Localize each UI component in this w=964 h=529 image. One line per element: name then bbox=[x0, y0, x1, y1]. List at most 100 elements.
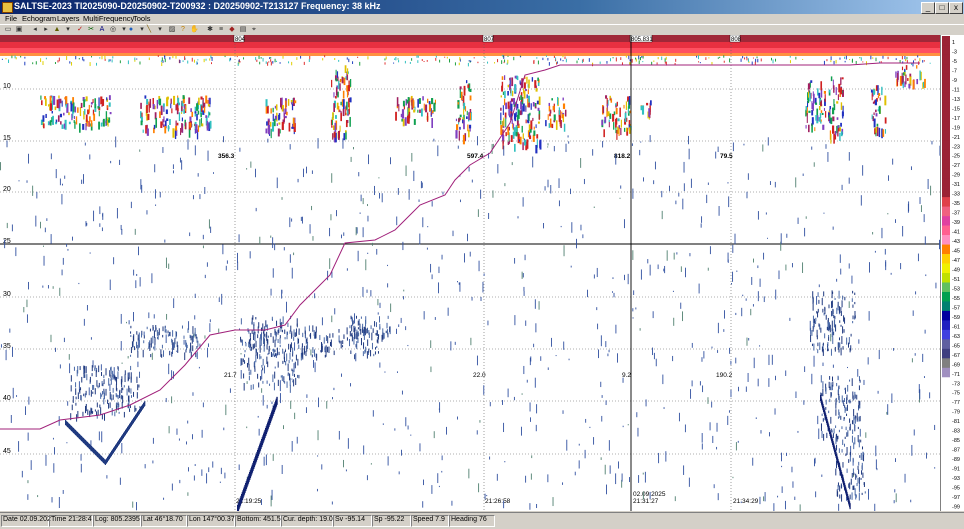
photo-icon[interactable]: ▨ bbox=[168, 26, 176, 34]
globe-icon[interactable]: ● bbox=[127, 26, 135, 34]
surface-noise bbox=[404, 60, 406, 64]
noise-echo bbox=[601, 415, 603, 422]
menu-echogram[interactable]: Echogram bbox=[22, 14, 56, 23]
surface-noise bbox=[484, 56, 486, 58]
menu-file[interactable]: File bbox=[5, 14, 17, 23]
noise-echo bbox=[434, 317, 436, 320]
scatter-echo bbox=[262, 358, 264, 366]
noise-echo bbox=[152, 460, 154, 464]
minimize-button[interactable]: _ bbox=[921, 2, 935, 14]
noise-echo bbox=[187, 139, 189, 150]
noise-echo bbox=[523, 290, 525, 296]
eraser-icon[interactable]: ◆ bbox=[228, 26, 236, 34]
scatter-echo bbox=[117, 371, 119, 379]
dropdown-icon[interactable]: ▾ bbox=[156, 26, 164, 34]
surface-noise bbox=[385, 56, 387, 60]
maximize-button[interactable]: □ bbox=[935, 2, 949, 14]
noise-echo bbox=[246, 168, 248, 170]
noise-echo bbox=[536, 503, 538, 509]
noise-echo bbox=[67, 401, 69, 406]
scatter-echo bbox=[857, 435, 859, 442]
layers-icon[interactable]: ≡ bbox=[217, 26, 225, 34]
select-icon[interactable]: ⌖ bbox=[250, 26, 258, 34]
noise-echo bbox=[379, 302, 381, 308]
fish-echo bbox=[519, 110, 522, 116]
fish-echo bbox=[504, 75, 506, 80]
text-icon[interactable]: A bbox=[98, 26, 106, 34]
fish-echo bbox=[401, 109, 405, 119]
dropdown-icon[interactable]: ▾ bbox=[64, 26, 72, 34]
scatter-echo bbox=[295, 377, 297, 386]
fish-echo bbox=[42, 115, 45, 122]
noise-echo bbox=[643, 177, 644, 182]
scatter-echo bbox=[100, 407, 102, 415]
noise-echo bbox=[279, 393, 281, 404]
scatter-echo bbox=[825, 407, 827, 410]
scatter-echo bbox=[862, 472, 864, 478]
scatter-echo bbox=[112, 387, 114, 393]
fish-echo bbox=[402, 100, 405, 107]
fish-echo bbox=[155, 117, 158, 128]
fish-echo bbox=[837, 94, 839, 101]
fish-echo bbox=[191, 111, 194, 118]
settings-icon[interactable]: ✱ bbox=[206, 26, 214, 34]
noise-echo bbox=[431, 201, 433, 207]
scatter-echo bbox=[843, 403, 845, 406]
scatter-echo bbox=[856, 483, 858, 487]
pen-icon[interactable]: ╲ bbox=[145, 26, 153, 34]
noise-echo bbox=[11, 346, 13, 357]
fish-echo bbox=[536, 100, 540, 105]
surface-noise bbox=[719, 56, 721, 59]
fish-echo bbox=[840, 77, 842, 85]
surface-noise bbox=[914, 58, 916, 61]
surface-noise bbox=[82, 56, 84, 61]
scatter-echo bbox=[829, 326, 831, 329]
surface-noise bbox=[887, 56, 889, 60]
check-icon[interactable]: ✓ bbox=[76, 26, 84, 34]
scatter-echo bbox=[820, 327, 822, 333]
scissors-icon[interactable]: ✂ bbox=[87, 26, 95, 34]
scatter-echo bbox=[133, 334, 135, 342]
surface-noise bbox=[553, 55, 555, 58]
forward-icon[interactable]: ▸ bbox=[42, 26, 50, 34]
noise-echo bbox=[743, 143, 745, 146]
surface-noise bbox=[179, 60, 181, 64]
pin-icon[interactable]: ▲ bbox=[53, 26, 61, 34]
surface-noise bbox=[746, 57, 748, 61]
noise-echo bbox=[759, 278, 761, 287]
save-icon[interactable]: ▣ bbox=[15, 26, 23, 34]
scatter-echo bbox=[861, 470, 863, 475]
surface-noise bbox=[395, 57, 397, 61]
fish-echo bbox=[530, 103, 532, 110]
fish-echo bbox=[902, 82, 904, 89]
fish-echo bbox=[805, 109, 807, 117]
scatter-echo bbox=[366, 328, 368, 334]
noise-echo bbox=[606, 484, 607, 495]
list-icon[interactable]: ▤ bbox=[239, 26, 247, 34]
scatter-echo bbox=[302, 332, 304, 338]
open-icon[interactable]: ▭ bbox=[4, 26, 12, 34]
menu-tools[interactable]: Tools bbox=[133, 14, 151, 23]
back-icon[interactable]: ◂ bbox=[31, 26, 39, 34]
echogram-view[interactable]: 1015202530354045804 807 805.831 808356.3 597… bbox=[0, 35, 940, 511]
fish-echo bbox=[413, 119, 416, 125]
zoom-icon[interactable]: ◎ bbox=[109, 26, 117, 34]
surface-noise bbox=[723, 55, 725, 58]
close-button[interactable]: x bbox=[949, 2, 963, 14]
scatter-echo bbox=[129, 405, 131, 408]
noise-echo bbox=[893, 500, 895, 504]
noise-echo bbox=[201, 469, 203, 476]
hand-icon[interactable]: ✋ bbox=[190, 26, 199, 34]
scatter-echo bbox=[825, 387, 827, 395]
scatter-echo bbox=[362, 323, 364, 329]
scatter-echo bbox=[85, 390, 87, 396]
fish-echo bbox=[610, 98, 613, 103]
noise-echo bbox=[98, 431, 100, 441]
fish-echo bbox=[45, 113, 47, 118]
help-icon[interactable]: ? bbox=[179, 26, 187, 34]
menu-layers[interactable]: Layers bbox=[57, 14, 80, 23]
scale-label: -61 bbox=[952, 324, 960, 330]
menu-multifrequency[interactable]: MultiFrequency bbox=[83, 14, 134, 23]
fish-echo bbox=[198, 97, 200, 105]
noise-echo bbox=[394, 428, 396, 431]
